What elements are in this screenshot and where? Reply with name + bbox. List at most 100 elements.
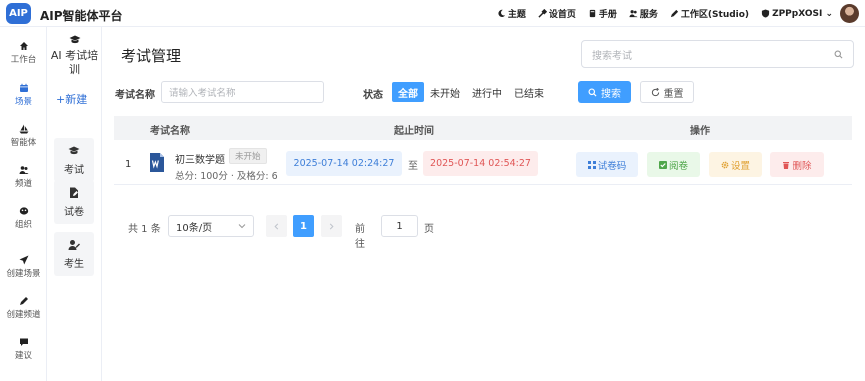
- pen-icon: [670, 9, 679, 18]
- sidebar-item-label: 创建频道: [6, 310, 41, 320]
- avatar[interactable]: [840, 4, 859, 23]
- book-icon: [589, 9, 596, 18]
- chevron-down-icon: [238, 224, 246, 229]
- goto-page-input[interactable]: 1: [381, 215, 418, 237]
- sidebar-item-label: 频道: [14, 179, 32, 189]
- users-icon: [19, 166, 28, 174]
- sidebar-item-label: 建议: [14, 351, 32, 361]
- exam-name[interactable]: 初三数学题: [175, 151, 225, 166]
- theme-button[interactable]: 主题: [497, 7, 526, 20]
- column-header-actions: 操作: [690, 126, 710, 137]
- service-label: 服务: [639, 10, 658, 20]
- status-option-ended[interactable]: 已结束: [508, 82, 550, 102]
- check-square-icon: [658, 160, 667, 169]
- chevron-right-icon: [329, 223, 334, 229]
- module-item-paper[interactable]: 试卷: [54, 180, 94, 224]
- page-number[interactable]: 1: [293, 215, 314, 237]
- next-page-button[interactable]: [321, 215, 342, 237]
- exam-search-input[interactable]: 搜索考试: [581, 40, 854, 68]
- prev-page-button[interactable]: [266, 215, 287, 237]
- goto-label: 前往: [355, 224, 365, 250]
- sidebar-item-workbench[interactable]: 工作台: [0, 41, 47, 65]
- graduation-cap-icon: [68, 146, 80, 154]
- sidebar-item-feedback[interactable]: 建议: [0, 337, 47, 361]
- column-header-name: 考试名称: [150, 126, 190, 137]
- module-title: AI 考试培训: [50, 49, 99, 76]
- left-sidebar: 工作台 场景 智能体 频道 组织 创建场景 创建频道 建议: [0, 27, 47, 381]
- sidebar-item-create-scene[interactable]: 创建场景: [0, 255, 47, 279]
- page-size-select[interactable]: 10条/页: [168, 215, 254, 237]
- status-badge: 未开始: [229, 148, 267, 164]
- home-icon: [19, 42, 28, 50]
- sidebar-item-label: 组织: [14, 220, 32, 230]
- set-home-label: 设首页: [548, 10, 576, 20]
- top-bar: AIP AIP智能体平台 主题 设首页 手册 服务 工作区(Studio) ZP…: [0, 0, 865, 27]
- gear-icon: [721, 161, 729, 168]
- theme-label: 主题: [507, 10, 526, 20]
- masks-icon: [19, 207, 28, 215]
- search-placeholder: 搜索考试: [592, 50, 632, 62]
- exam-name-input[interactable]: 请输入考试名称: [161, 81, 324, 103]
- search-button-label: 搜索: [601, 88, 621, 100]
- sidebar-item-label: 智能体: [10, 138, 37, 148]
- status-option-in-progress[interactable]: 进行中: [466, 82, 508, 102]
- sidebar-item-label: 工作台: [10, 55, 37, 65]
- trash-icon: [783, 161, 790, 169]
- reset-button[interactable]: 重置: [640, 81, 694, 103]
- sidebar-item-label: 创建场景: [6, 269, 41, 279]
- shield-icon: [761, 9, 770, 18]
- module-header: AI 考试培训: [47, 35, 102, 77]
- module-item-candidates[interactable]: 考生: [54, 232, 94, 276]
- status-filter: 全部 未开始 进行中 已结束: [392, 82, 550, 102]
- set-home-button[interactable]: 设首页: [538, 7, 576, 20]
- comment-icon: [19, 338, 28, 346]
- top-nav: 主题 设首页 手册 服务 工作区(Studio) ZPPpXOSI ⌄: [497, 0, 833, 27]
- search-icon: [588, 87, 597, 97]
- search-icon[interactable]: [834, 50, 843, 59]
- exam-name-label: 考试名称: [115, 90, 155, 101]
- new-button[interactable]: +新建: [56, 91, 87, 107]
- search-button[interactable]: 搜索: [578, 81, 631, 103]
- user-edit-icon: [68, 239, 80, 250]
- grade-label: 阅卷: [668, 160, 688, 172]
- settings-button[interactable]: 设置: [709, 152, 762, 177]
- module-item-label: 考生: [64, 258, 84, 270]
- sidebar-item-create-channel[interactable]: 创建频道: [0, 296, 47, 320]
- send-icon: [19, 255, 28, 265]
- boat-icon: [19, 124, 28, 134]
- start-time: 2025-07-14 02:24:27: [286, 151, 402, 176]
- main-content: 考试管理 搜索考试 考试名称 请输入考试名称 状态 全部 未开始 进行中 已结束…: [102, 27, 865, 381]
- manual-button[interactable]: 手册: [588, 7, 617, 20]
- sidebar-item-channels[interactable]: 频道: [0, 165, 47, 189]
- page-size-value: 10条/页: [176, 222, 213, 234]
- paper-code-button[interactable]: 试卷码: [576, 152, 638, 177]
- sidebar-item-agents[interactable]: 智能体: [0, 124, 47, 148]
- app-logo[interactable]: AIP: [6, 3, 31, 24]
- sidebar-item-scenes[interactable]: 场景: [0, 83, 47, 107]
- word-document-icon: [150, 153, 164, 172]
- sidebar-item-label: 场景: [14, 97, 32, 107]
- time-separator: 至: [408, 161, 418, 172]
- studio-button[interactable]: 工作区(Studio): [670, 7, 749, 20]
- module-item-exam[interactable]: 考试: [54, 138, 94, 182]
- delete-button[interactable]: 删除: [770, 152, 824, 177]
- app-title: AIP智能体平台: [40, 9, 123, 23]
- end-time: 2025-07-14 02:54:27: [423, 151, 538, 176]
- status-option-all[interactable]: 全部: [392, 82, 424, 102]
- pen-icon: [19, 297, 28, 305]
- service-button[interactable]: 服务: [629, 7, 658, 20]
- studio-label: 工作区(Studio): [680, 10, 750, 20]
- exam-name-placeholder: 请输入考试名称: [169, 88, 236, 99]
- edit-file-icon: [70, 187, 78, 198]
- page-title: 考试管理: [121, 47, 182, 65]
- qrcode-icon: [587, 160, 596, 169]
- reset-button-label: 重置: [663, 88, 684, 100]
- column-header-time: 起止时间: [394, 126, 434, 137]
- row-index: 1: [125, 159, 132, 170]
- user-menu[interactable]: ZPPpXOSI ⌄: [761, 9, 833, 19]
- manual-label: 手册: [598, 10, 617, 20]
- grade-button[interactable]: 阅卷: [647, 152, 700, 177]
- sidebar-item-organization[interactable]: 组织: [0, 206, 47, 230]
- exam-score-info: 总分: 100分 · 及格分: 60: [175, 171, 278, 182]
- status-option-not-started[interactable]: 未开始: [424, 82, 466, 102]
